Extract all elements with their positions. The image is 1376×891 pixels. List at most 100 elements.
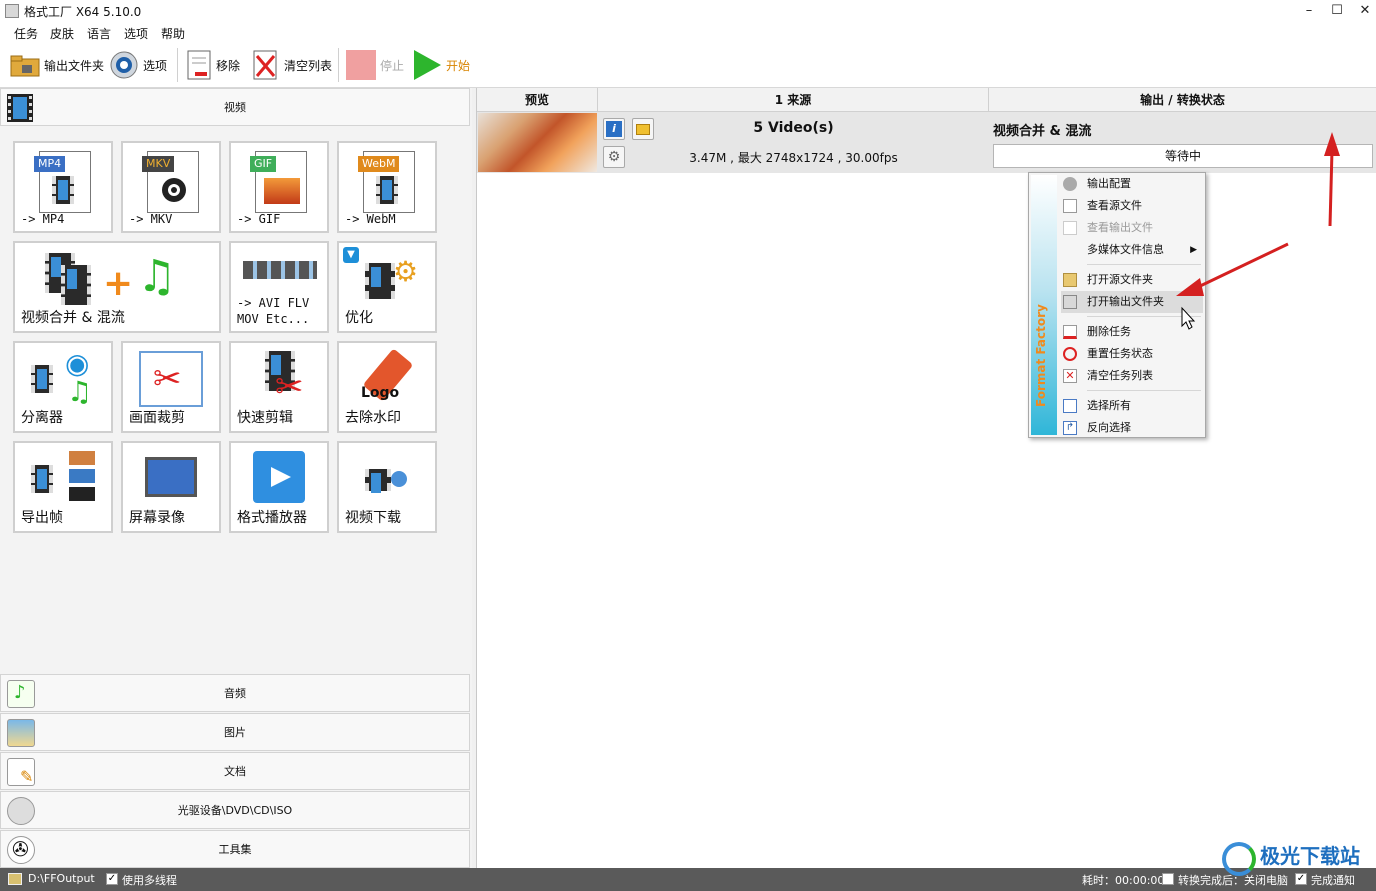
- tile-gif[interactable]: GIF -> GIF: [229, 141, 329, 233]
- menu-item-delete-task[interactable]: 删除任务: [1061, 321, 1203, 343]
- film-icon: [31, 365, 53, 393]
- close-button[interactable]: ✕: [1350, 0, 1376, 22]
- tile-mkv[interactable]: MKV -> MKV: [121, 141, 221, 233]
- source-title: 5 Video(s): [753, 120, 834, 136]
- menu-skin[interactable]: 皮肤: [50, 25, 74, 42]
- tile-export-frames[interactable]: 导出帧: [13, 441, 113, 533]
- menu-item-open-output-folder[interactable]: 打开输出文件夹: [1061, 291, 1203, 313]
- output-folder-label: 输出文件夹: [44, 58, 105, 73]
- column-output-status[interactable]: 输出 / 转换状态: [989, 88, 1376, 112]
- mp4-tag: MP4: [34, 156, 66, 172]
- video-film-icon: [7, 94, 33, 122]
- select-all-icon: [1063, 399, 1077, 413]
- menu-item-label: 查看源文件: [1087, 199, 1142, 212]
- context-menu: Format Factory 输出配置 查看源文件 查看输出文件 多媒体文件信息…: [1028, 172, 1206, 438]
- globe-icon: [391, 471, 407, 487]
- menu-item-select-all[interactable]: 选择所有: [1061, 395, 1203, 417]
- output-folder-button[interactable]: 输出文件夹: [10, 50, 104, 80]
- minimize-button[interactable]: –: [1294, 0, 1324, 22]
- tile-optimize-label: 优化: [345, 310, 373, 326]
- tile-video-download[interactable]: 视频下载: [337, 441, 437, 533]
- toolbar: 输出文件夹 选项 移除 清空列表 停止 开始: [0, 42, 1376, 88]
- column-preview[interactable]: 预览: [477, 88, 598, 112]
- tile-remove-watermark-label: 去除水印: [345, 410, 401, 426]
- menu-item-invert-selection[interactable]: ↱ 反向选择: [1061, 417, 1203, 439]
- tile-remove-watermark[interactable]: Logo 去除水印: [337, 341, 437, 433]
- gif-file-icon: GIF: [250, 151, 307, 213]
- menu-bar: 任务 皮肤 语言 选项 帮助: [0, 22, 1376, 42]
- tile-optimize[interactable]: ▼ ⚙ 优化: [337, 241, 437, 333]
- output-path[interactable]: D:\FFOutput: [28, 872, 95, 885]
- music-note-icon: ♫: [137, 251, 177, 302]
- menu-item-label: 打开源文件夹: [1087, 273, 1153, 286]
- mp4-file-icon: MP4: [34, 151, 91, 213]
- menu-language[interactable]: 语言: [87, 25, 111, 42]
- tile-splitter-label: 分离器: [21, 410, 63, 426]
- start-button[interactable]: 开始: [412, 50, 470, 80]
- stop-button[interactable]: 停止: [346, 50, 404, 80]
- tile-splitter[interactable]: ◉ ♫ 分离器: [13, 341, 113, 433]
- tile-other-formats-label: -> AVI FLV MOV Etc...: [237, 296, 310, 326]
- menu-task[interactable]: 任务: [14, 25, 38, 42]
- menu-item-label: 查看输出文件: [1087, 221, 1153, 234]
- maximize-button[interactable]: ☐: [1322, 0, 1352, 22]
- category-audio[interactable]: ♪ 音频: [0, 674, 470, 712]
- menu-help[interactable]: 帮助: [161, 25, 185, 42]
- tile-webm[interactable]: WebM -> WebM: [337, 141, 437, 233]
- shutdown-checkbox[interactable]: [1162, 873, 1174, 885]
- multithread-checkbox[interactable]: ✓: [106, 873, 118, 885]
- remove-button[interactable]: 移除: [186, 50, 240, 80]
- clear-list-button[interactable]: 清空列表: [252, 50, 332, 80]
- category-tools[interactable]: ✇ 工具集: [0, 830, 470, 868]
- tile-mp4[interactable]: MP4 -> MP4: [13, 141, 113, 233]
- status-progress: 等待中: [993, 144, 1373, 168]
- menu-separator: [1087, 316, 1201, 317]
- category-disc[interactable]: 光驱设备\DVD\CD\ISO: [0, 791, 470, 829]
- tile-mp4-label: -> MP4: [21, 212, 65, 226]
- menu-item-open-source-folder[interactable]: 打开源文件夹: [1061, 269, 1203, 291]
- menu-item-view-source[interactable]: 查看源文件: [1061, 195, 1203, 217]
- film-icon: [61, 265, 91, 305]
- tile-other-formats[interactable]: -> AVI FLV MOV Etc...: [229, 241, 329, 333]
- gif-tag: GIF: [250, 156, 277, 172]
- menu-item-reset-status[interactable]: 重置任务状态: [1061, 343, 1203, 365]
- film-icon: [31, 465, 53, 493]
- menu-item-view-output[interactable]: 查看输出文件: [1061, 217, 1203, 239]
- formats-icon: [243, 261, 317, 279]
- scissors-icon: ✂: [275, 367, 304, 407]
- title-bar: 格式工厂 X64 5.10.0 – ☐ ✕: [0, 0, 1376, 22]
- folder-icon: [1063, 295, 1077, 309]
- webm-tag: WebM: [358, 156, 400, 172]
- category-document[interactable]: ✎ 文档: [0, 752, 470, 790]
- category-video[interactable]: 视频: [0, 88, 470, 126]
- menu-item-output-config[interactable]: 输出配置: [1061, 173, 1203, 195]
- status-bar: D:\FFOutput ✓ 使用多线程 耗时：00:00:00 转换完成后：关闭…: [0, 868, 1376, 891]
- toolbar-separator: [338, 48, 339, 82]
- tile-player-label: 格式播放器: [237, 510, 307, 526]
- tile-video-merge[interactable]: + ♫ 视频合并 & 混流: [13, 241, 221, 333]
- tile-player[interactable]: 格式播放器: [229, 441, 329, 533]
- menu-separator: [1087, 390, 1201, 391]
- audio-icon: ♪: [7, 680, 35, 708]
- stop-icon: [346, 50, 376, 80]
- menu-item-clear-list[interactable]: ✕ 清空任务列表: [1061, 365, 1203, 387]
- multithread-label: 使用多线程: [122, 874, 177, 887]
- menu-item-media-info[interactable]: 多媒体文件信息 ▶: [1061, 239, 1203, 261]
- menu-options[interactable]: 选项: [124, 25, 148, 42]
- tile-quick-clip[interactable]: ✂ 快速剪辑: [229, 341, 329, 433]
- context-menu-sidebar: Format Factory: [1031, 175, 1057, 435]
- category-image[interactable]: 图片: [0, 713, 470, 751]
- tile-crop-label: 画面裁剪: [129, 410, 185, 426]
- task-row[interactable]: i ⚙ 5 Video(s) 3.47M , 最大 2748x1724 , 30…: [477, 112, 1376, 173]
- document-icon: [1063, 199, 1077, 213]
- watermark-logo-icon: [1222, 842, 1256, 876]
- column-source[interactable]: 1 来源: [598, 88, 989, 112]
- tile-screen-record[interactable]: 屏幕录像: [121, 441, 221, 533]
- app-icon: [5, 4, 19, 18]
- options-button[interactable]: 选项: [109, 50, 167, 80]
- image-icon: [7, 719, 35, 747]
- tile-crop[interactable]: ✂ 画面裁剪: [121, 341, 221, 433]
- tile-screen-record-label: 屏幕录像: [129, 510, 185, 526]
- submenu-arrow-icon: ▶: [1190, 245, 1197, 255]
- webm-file-icon: WebM: [358, 151, 415, 213]
